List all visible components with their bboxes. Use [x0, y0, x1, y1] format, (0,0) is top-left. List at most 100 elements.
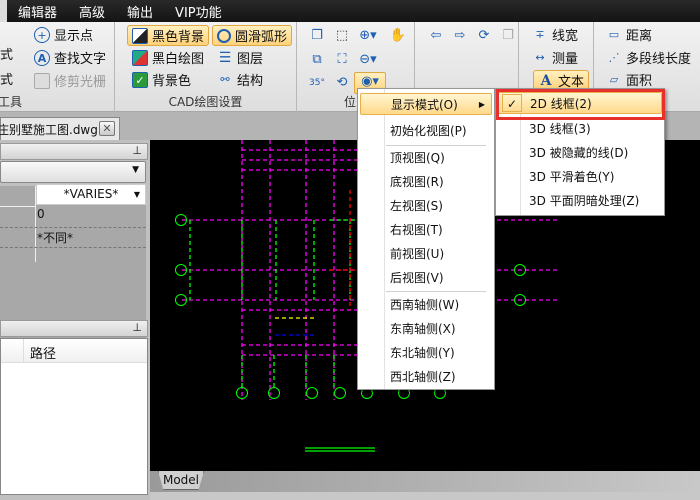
files-list-header: 路径: [1, 339, 147, 363]
left-panel: ⊥ ▼ *VARIES* ▼ 0 *不同* ⊥ 路径: [0, 140, 150, 500]
paste-view-icon[interactable]: ⧉: [308, 51, 326, 69]
area-button[interactable]: ▱ 面积: [602, 69, 656, 90]
format-button-1[interactable]: 式: [0, 43, 17, 64]
background-color-button[interactable]: ✓ 背景色: [128, 69, 195, 90]
black-background-button[interactable]: 黑色背景: [127, 25, 210, 46]
label: 线宽: [552, 29, 579, 44]
label: 背景色: [152, 74, 192, 89]
menu-item-nw-iso[interactable]: 西北轴侧(Z): [360, 366, 492, 388]
arrow-right-icon[interactable]: ⇨: [451, 27, 469, 45]
menu-vip[interactable]: VIP功能: [175, 2, 222, 21]
files-panel-header: ⊥: [0, 320, 148, 337]
zoom-extents-icon[interactable]: ⛶: [333, 51, 351, 69]
label: 结构: [237, 74, 264, 89]
close-icon[interactable]: ✕: [99, 121, 115, 136]
polyline-ruler-icon: ⋰: [608, 50, 620, 64]
column-path[interactable]: 路径: [30, 343, 56, 362]
property-value-1[interactable]: 0: [37, 207, 45, 221]
label: 测量: [552, 52, 579, 67]
zoom-out-icon[interactable]: ⊖▾: [359, 51, 377, 69]
properties-panel-header: ⊥: [0, 143, 148, 160]
label: 显示点: [54, 29, 94, 44]
crosshair-icon: +: [34, 26, 50, 43]
axis-bubble: [334, 387, 346, 399]
arc-icon: [217, 28, 231, 43]
find-text-icon: A: [34, 49, 50, 66]
label: 式: [0, 73, 14, 88]
document-tab-title: 庄别墅施工图.dwg: [0, 122, 98, 137]
black-bg-icon: [132, 27, 148, 44]
menu-item-right-view[interactable]: 右视图(T): [360, 219, 492, 241]
menu-item-se-iso[interactable]: 东南轴侧(X): [360, 318, 492, 340]
menu-item-ne-iso[interactable]: 东北轴侧(Y): [360, 342, 492, 364]
refresh-icon[interactable]: ⟳: [475, 27, 493, 45]
zoom-in-icon[interactable]: ⊕▾: [359, 27, 377, 45]
structure-button[interactable]: ⚯ 结构: [213, 69, 267, 90]
trim-raster-icon: [34, 72, 50, 89]
zoom-realtime-icon[interactable]: ⟲: [333, 74, 351, 92]
ruler-icon: ▭: [608, 27, 620, 41]
layers-button[interactable]: ☰ 图层: [213, 47, 267, 68]
menu-item-back-view[interactable]: 后视图(V): [360, 267, 492, 289]
submenu-item-3d-flat[interactable]: 3D 平面阴暗处理(Z): [498, 190, 662, 212]
pin-icon[interactable]: ⊥: [132, 321, 142, 334]
area-icon: ▱: [609, 72, 619, 86]
measure-button[interactable]: ↔ 测量: [528, 47, 582, 68]
trim-raster-button[interactable]: 修剪光栅: [30, 70, 110, 91]
format-button-2[interactable]: 式: [0, 68, 17, 89]
menu-item-bottom-view[interactable]: 底视图(R): [360, 171, 492, 193]
linewidth-icon: ∓: [535, 27, 545, 41]
menu-item-sw-iso[interactable]: 西南轴侧(W): [360, 294, 492, 316]
find-text-button[interactable]: A 查找文字: [30, 47, 110, 68]
smooth-arc-button[interactable]: 圆滑弧形: [212, 25, 293, 46]
menu-item-left-view[interactable]: 左视图(S): [360, 195, 492, 217]
bw-drawing-button[interactable]: 黑白绘图: [128, 47, 208, 68]
measure-icon: ↔: [535, 50, 545, 64]
show-points-button[interactable]: + 显示点: [30, 24, 97, 45]
layers-icon: ☰: [218, 49, 232, 66]
menu-editor[interactable]: 编辑器: [18, 2, 57, 21]
pan-hand-icon[interactable]: ✋: [389, 27, 407, 45]
model-tab[interactable]: Model: [158, 471, 204, 490]
rotate-35-icon[interactable]: 35°: [308, 74, 326, 92]
highlight-box: [496, 89, 665, 120]
label: 式: [0, 48, 14, 63]
group-label: 工具: [0, 95, 23, 109]
submenu-item-3d-hidden[interactable]: 3D 被隐藏的线(D): [498, 142, 662, 164]
restore-icon[interactable]: ❐: [499, 27, 517, 45]
text-icon: A: [540, 72, 552, 89]
label: 面积: [626, 74, 653, 89]
zoom-window-icon[interactable]: ⬚: [333, 27, 351, 45]
chevron-down-icon: ▼: [132, 165, 139, 175]
bw-drawing-icon: [132, 49, 148, 66]
menu-item-front-view[interactable]: 前视图(U): [360, 243, 492, 265]
copy-view-icon[interactable]: ❐: [308, 27, 326, 45]
structure-icon: ⚯: [220, 72, 230, 86]
label: 距离: [626, 29, 653, 44]
label: 多段线长度: [626, 52, 692, 67]
axis-bubble: [306, 387, 318, 399]
label: 显示模式(O): [391, 98, 458, 112]
polyline-length-button[interactable]: ⋰ 多段线长度: [602, 47, 695, 68]
property-value-2[interactable]: *不同*: [37, 229, 73, 246]
menu-output[interactable]: 输出: [127, 2, 153, 21]
label: 黑色背景: [152, 30, 205, 45]
distance-button[interactable]: ▭ 距离: [602, 24, 656, 45]
menu-item-display-mode[interactable]: 显示模式(O) ▶: [360, 93, 492, 115]
menu-item-init-view[interactable]: 初始化视图(P): [360, 120, 492, 142]
linewidth-button[interactable]: ∓ 线宽: [528, 24, 582, 45]
properties-grid: *VARIES* ▼ 0 *不同*: [0, 184, 146, 341]
pin-icon[interactable]: ⊥: [132, 144, 142, 157]
label: 黑白绘图: [152, 52, 205, 67]
background-color-icon: ✓: [132, 71, 148, 88]
menu-advanced[interactable]: 高级: [79, 2, 105, 21]
menu-item-top-view[interactable]: 顶视图(Q): [360, 147, 492, 169]
varies-dropdown[interactable]: *VARIES* ▼: [36, 184, 146, 205]
arrow-left-icon[interactable]: ⇦: [427, 27, 445, 45]
submenu-item-3d-smooth[interactable]: 3D 平滑着色(Y): [498, 166, 662, 188]
submenu-item-3d-wireframe[interactable]: 3D 线框(3): [498, 118, 662, 140]
object-type-dropdown[interactable]: ▼: [0, 161, 146, 183]
document-tab[interactable]: 庄别墅施工图.dwg ✕: [0, 117, 120, 140]
view-context-menu: 显示模式(O) ▶ 初始化视图(P) 顶视图(Q) 底视图(R) 左视图(S) 右…: [357, 88, 495, 390]
app-button-edge[interactable]: [0, 0, 7, 22]
